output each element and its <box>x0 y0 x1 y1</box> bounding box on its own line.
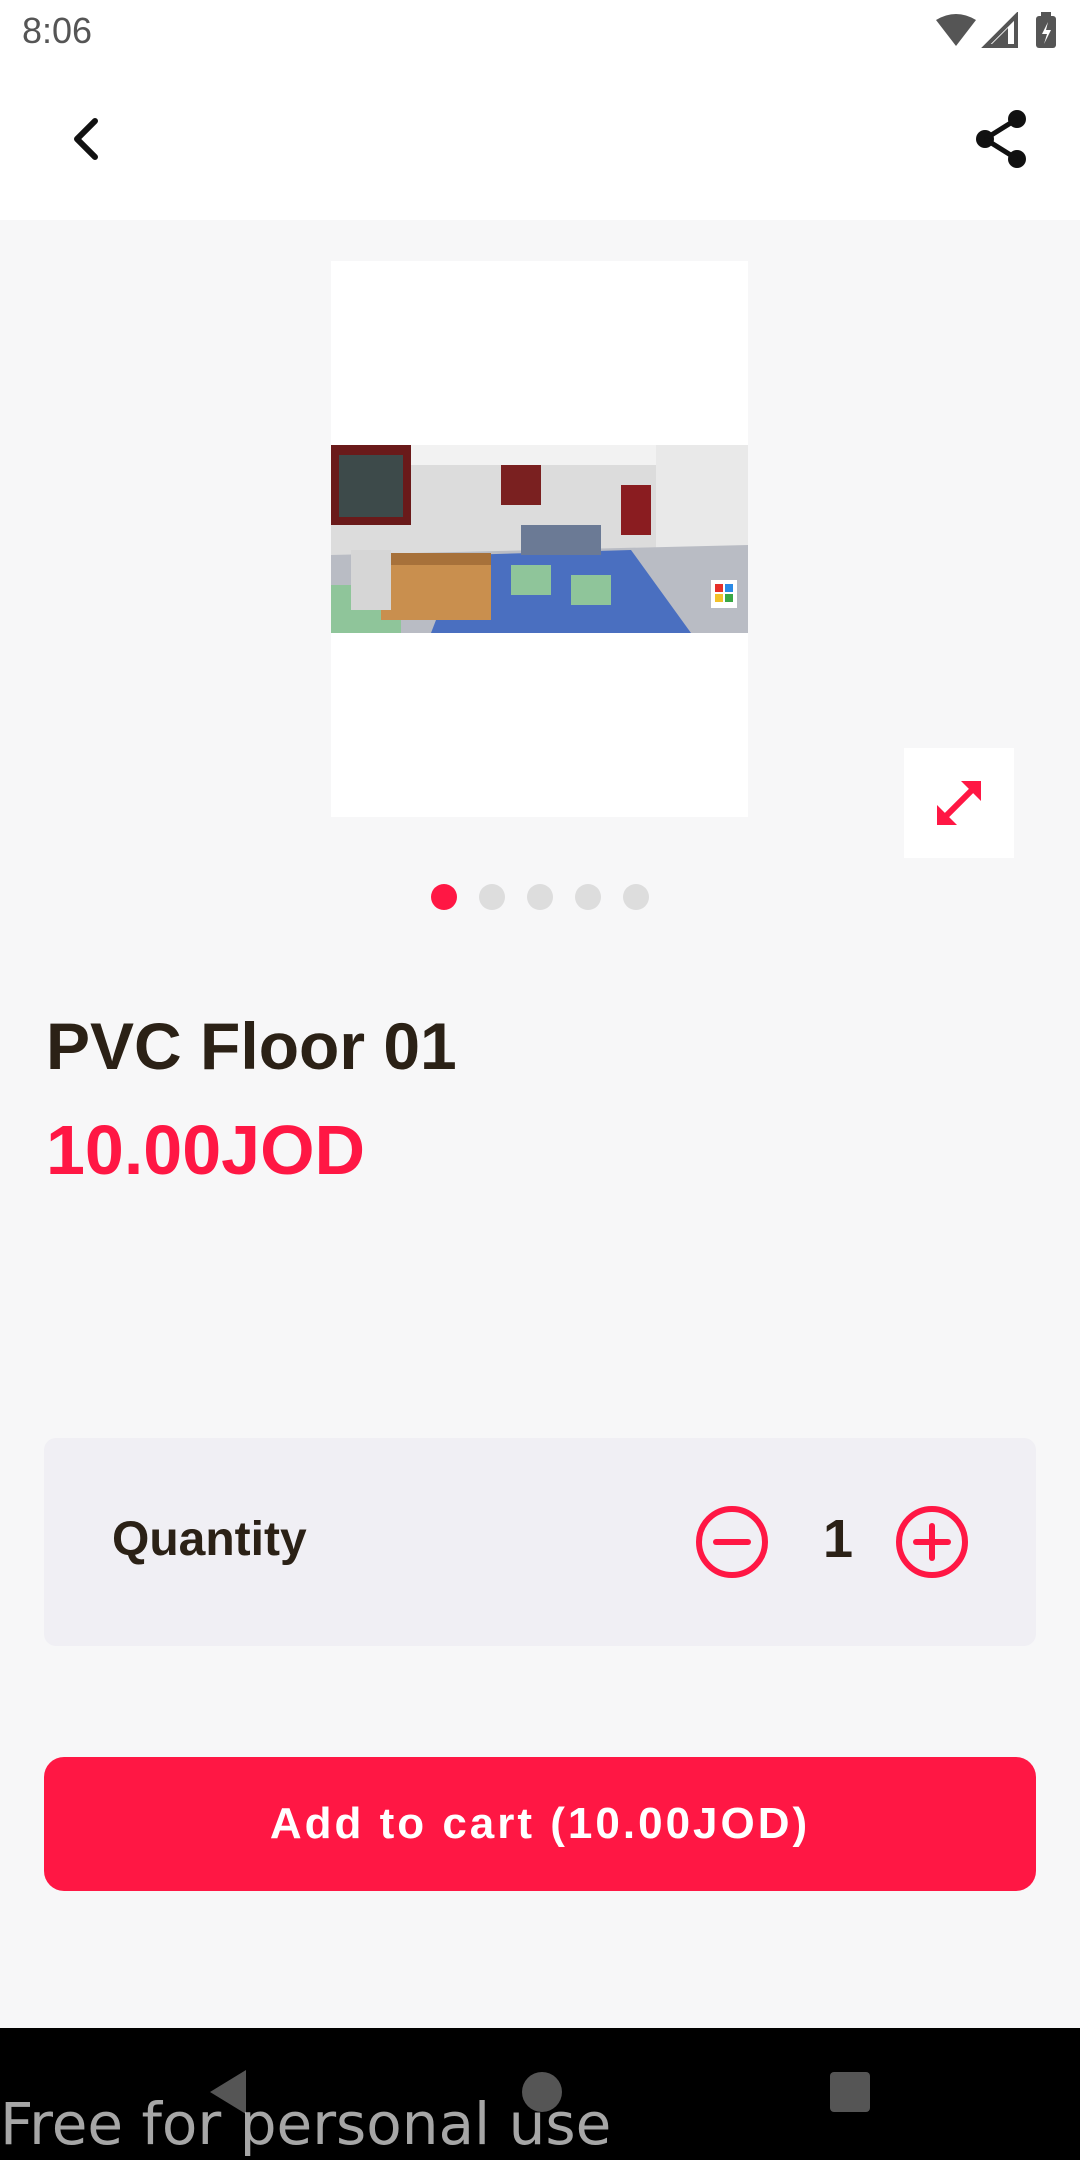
quantity-value: 1 <box>822 1509 854 1569</box>
nav-recents-icon[interactable] <box>830 2072 870 2112</box>
plus-circle-icon <box>896 1506 968 1578</box>
wifi-icon <box>936 14 976 46</box>
pager-dot[interactable] <box>623 884 649 910</box>
watermark-text: Free for personal use <box>0 2090 612 2158</box>
expand-image-button[interactable] <box>904 748 1014 858</box>
product-photo <box>331 445 748 633</box>
pager-dot[interactable] <box>575 884 601 910</box>
product-image-frame[interactable] <box>331 261 748 817</box>
pager-dot[interactable] <box>479 884 505 910</box>
share-icon <box>976 110 1026 168</box>
pager-dot-active[interactable] <box>431 884 457 910</box>
add-to-cart-button[interactable]: Add to cart (10.00JOD) <box>44 1757 1036 1891</box>
increase-quantity-button[interactable] <box>894 1504 970 1580</box>
minus-circle-icon <box>696 1506 768 1578</box>
product-price: 10.00JOD <box>46 1111 366 1189</box>
status-bar: 8:06 <box>0 0 1080 66</box>
expand-icon <box>937 781 981 825</box>
status-icons <box>932 11 1062 54</box>
image-pager <box>0 884 1080 914</box>
share-button[interactable] <box>968 106 1034 172</box>
back-button[interactable] <box>54 106 120 172</box>
quantity-card: Quantity 1 <box>44 1438 1036 1646</box>
pager-dot[interactable] <box>527 884 553 910</box>
quantity-label: Quantity <box>112 1513 307 1566</box>
top-app-bar <box>0 66 1080 220</box>
back-arrow-icon <box>74 118 98 160</box>
product-title: PVC Floor 01 <box>46 1009 457 1083</box>
status-time: 8:06 <box>22 10 93 51</box>
decrease-quantity-button[interactable] <box>694 1504 770 1580</box>
